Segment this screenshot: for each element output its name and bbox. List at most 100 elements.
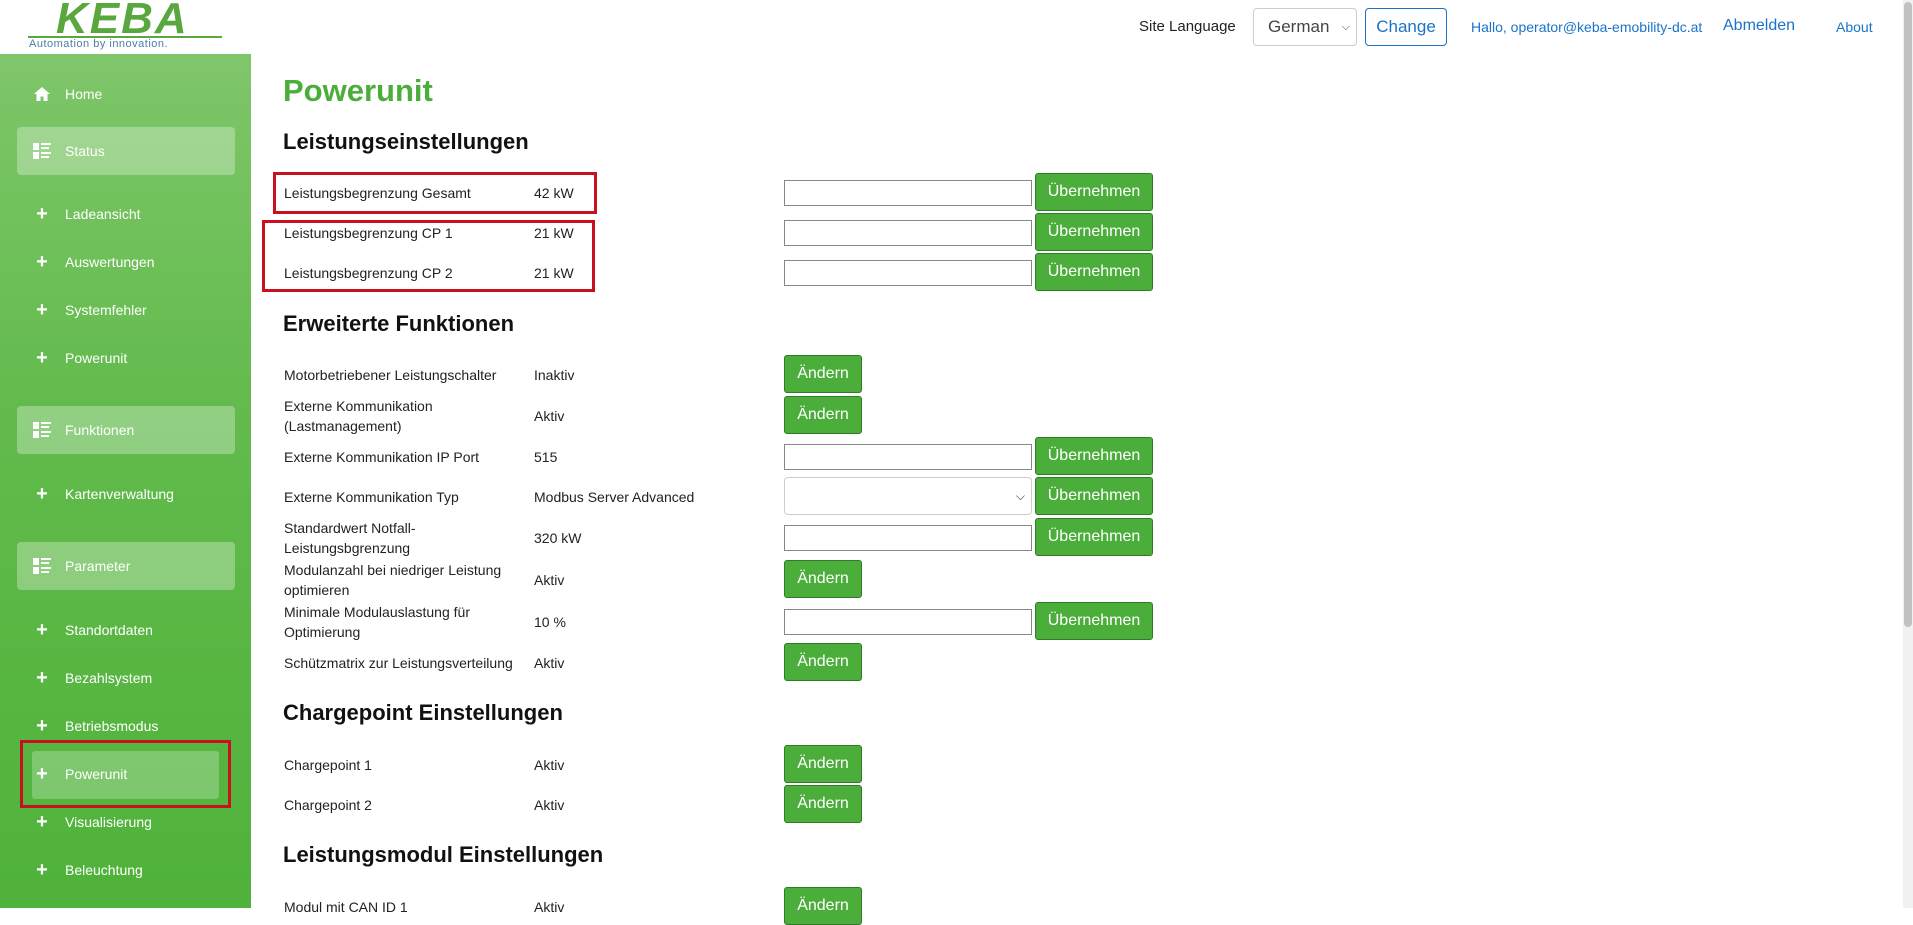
sidebar-item-auswertungen[interactable]: + Auswertungen [32, 250, 155, 274]
site-language-label: Site Language [1139, 18, 1236, 35]
sidebar-item-visualisierung[interactable]: + Visualisierung [32, 810, 152, 834]
sidebar-item-kartenverwaltung[interactable]: + Kartenverwaltung [32, 482, 174, 506]
edit-external-communication-button[interactable]: Ändern [784, 396, 862, 434]
sidebar-group-label: Parameter [65, 558, 131, 574]
row-value: Aktiv [534, 757, 565, 773]
row-value: Aktiv [534, 797, 565, 813]
language-select[interactable]: German ⌵ [1253, 8, 1357, 46]
edit-contactor-matrix-button[interactable]: Ändern [784, 643, 862, 681]
sidebar-item-label: Home [65, 86, 103, 102]
section-title-extended: Erweiterte Funktionen [283, 311, 515, 336]
sidebar-item-powerunit-status[interactable]: + Powerunit [32, 346, 127, 370]
language-select-value: German [1268, 17, 1330, 36]
sidebar-item-systemfehler[interactable]: + Systemfehler [32, 298, 147, 322]
plus-icon: + [36, 251, 48, 273]
apply-cp1-limit-button[interactable]: Übernehmen [1035, 213, 1153, 251]
row-value: 21 kW [534, 225, 574, 241]
sidebar-group-label: Status [65, 143, 105, 159]
row-value: 320 kW [534, 530, 582, 546]
change-language-button[interactable]: Change [1365, 8, 1447, 46]
row-label: Minimale Modulauslastung für Optimierung [284, 604, 470, 640]
list-icon [32, 556, 52, 576]
sidebar-item-label: Standortdaten [65, 622, 153, 638]
edit-module-optimization-button[interactable]: Ändern [784, 560, 862, 598]
edit-circuit-breaker-button[interactable]: Ändern [784, 355, 862, 393]
apply-total-limit-button[interactable]: Übernehmen [1035, 173, 1153, 211]
cp1-limit-input[interactable] [784, 220, 1032, 246]
sidebar-item-ladeansicht[interactable]: + Ladeansicht [32, 202, 141, 226]
sidebar-group-status[interactable]: Status [17, 127, 235, 175]
sidebar-item-label: Betriebsmodus [65, 718, 159, 734]
row-label: Leistungsbegrenzung CP 2 [284, 265, 453, 281]
sidebar-item-label: Systemfehler [65, 302, 147, 318]
row-value: 10 % [534, 614, 566, 630]
row-value: Aktiv [534, 572, 565, 588]
list-icon [32, 420, 52, 440]
sidebar-item-label: Visualisierung [65, 814, 152, 830]
sidebar-item-label: Bezahlsystem [65, 670, 153, 686]
apply-communication-type-button[interactable]: Übernehmen [1035, 477, 1153, 515]
sidebar-group-label: Funktionen [65, 422, 135, 438]
row-label: Leistungsbegrenzung CP 1 [284, 225, 453, 241]
row-label: Chargepoint 2 [284, 797, 372, 813]
row-value: Aktiv [534, 408, 565, 424]
sidebar-group-funktionen[interactable]: Funktionen [17, 406, 235, 454]
total-limit-input[interactable] [784, 180, 1032, 206]
min-utilization-input[interactable] [784, 609, 1032, 635]
scrollbar-thumb[interactable] [1904, 2, 1912, 627]
section-title-chargepoint: Chargepoint Einstellungen [283, 700, 563, 725]
sidebar-item-beleuchtung[interactable]: + Beleuchtung [32, 858, 143, 882]
row-value: 21 kW [534, 265, 574, 281]
row-value: Modbus Server Advanced [534, 489, 695, 505]
edit-chargepoint-2-button[interactable]: Ändern [784, 785, 862, 823]
sidebar-item-powerunit[interactable]: + Powerunit [32, 762, 127, 786]
communication-type-select[interactable]: ⌵ [784, 477, 1032, 515]
cp2-limit-input[interactable] [784, 260, 1032, 286]
row-value: 515 [534, 449, 558, 465]
row-value: Aktiv [534, 655, 565, 671]
apply-min-utilization-button[interactable]: Übernehmen [1035, 602, 1153, 640]
apply-emergency-limit-button[interactable]: Übernehmen [1035, 518, 1153, 556]
plus-icon: + [36, 667, 48, 689]
sidebar-item-label: Ladeansicht [65, 206, 141, 222]
logout-link[interactable]: Abmelden [1723, 17, 1795, 35]
sidebar-item-standortdaten[interactable]: + Standortdaten [32, 618, 153, 642]
row-label: Standardwert Notfall-Leistungsbgrenzung [284, 520, 416, 556]
ip-port-input[interactable] [784, 444, 1032, 470]
row-label: Externe Kommunikation (Lastmanagement) [284, 398, 433, 434]
logo[interactable]: KEBA Automation by innovation. [0, 0, 251, 54]
sidebar-item-betriebsmodus[interactable]: + Betriebsmodus [32, 714, 158, 738]
plus-icon: + [36, 299, 48, 321]
plus-icon: + [36, 483, 48, 505]
scrollbar[interactable] [1903, 0, 1913, 908]
row-value: Aktiv [534, 899, 565, 915]
sidebar-item-label: Auswertungen [65, 254, 155, 270]
page-title: Powerunit [283, 73, 433, 108]
apply-cp2-limit-button[interactable]: Übernehmen [1035, 253, 1153, 291]
logo-tagline: Automation by innovation. [29, 38, 169, 50]
plus-icon: + [36, 715, 48, 737]
user-greeting-link[interactable]: Hallo, operator@keba-emobility-dc.at [1471, 19, 1707, 35]
list-icon [32, 141, 52, 161]
plus-icon: + [36, 203, 48, 225]
sidebar-item-label: Kartenverwaltung [65, 486, 174, 502]
plus-icon: + [36, 859, 48, 881]
row-value: 42 kW [534, 185, 574, 201]
row-label: Modul mit CAN ID 1 [284, 899, 408, 915]
apply-ip-port-button[interactable]: Übernehmen [1035, 437, 1153, 475]
edit-module-1-button[interactable]: Ändern [784, 887, 862, 925]
sidebar-item-label: Beleuchtung [65, 862, 143, 878]
sidebar-item-label: Powerunit [65, 766, 128, 782]
row-label: Modulanzahl bei niedriger Leistung optim… [284, 562, 502, 598]
emergency-limit-input[interactable] [784, 525, 1032, 551]
edit-chargepoint-1-button[interactable]: Ändern [784, 745, 862, 783]
chevron-down-icon: ⌵ [1341, 20, 1350, 33]
sidebar-group-parameter[interactable]: Parameter [17, 542, 235, 590]
plus-icon: + [36, 763, 48, 785]
row-label: Leistungsbegrenzung Gesamt [284, 185, 471, 201]
section-title-module: Leistungsmodul Einstellungen [283, 842, 604, 867]
sidebar-item-label: Powerunit [65, 350, 128, 366]
sidebar-item-bezahlsystem[interactable]: + Bezahlsystem [32, 666, 152, 690]
about-link[interactable]: About [1836, 19, 1873, 35]
sidebar-item-home[interactable]: Home [32, 82, 102, 106]
